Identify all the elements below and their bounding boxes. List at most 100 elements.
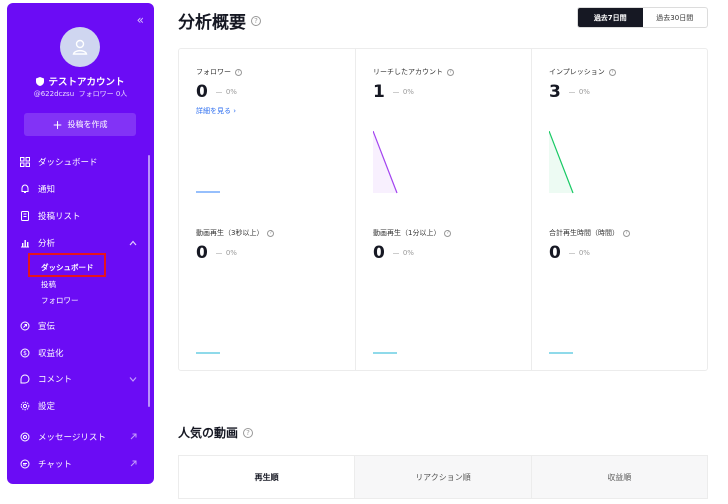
sidebar-item-label: 通知 [38,185,56,195]
metric-change: 0% [392,88,414,96]
popular-videos-title: 人気の動画 ? [178,424,254,441]
chat-icon [19,459,30,470]
sidebar-scrollbar[interactable] [148,155,150,407]
tab-by-views[interactable]: 再生順 [179,456,355,498]
sidebar-subitem-followers[interactable]: フォロワー [41,295,79,306]
metric-card-followers: フォロワー? 0 0% 詳細を見る › [179,49,356,210]
help-icon[interactable]: ? [243,427,254,438]
metric-change: 0% [568,249,590,257]
collapse-sidebar-icon[interactable]: « [137,13,144,27]
sidebar-item-label: コメント [38,375,73,385]
help-icon[interactable]: ? [447,68,454,76]
message-icon [19,432,30,443]
date-range-toggle: 過去7日間 過去30日間 [577,7,708,28]
sidebar-item-label: メッセージリスト [38,433,106,443]
sidebar-item-promote[interactable]: 宣伝 [19,317,137,335]
help-icon[interactable]: ? [608,68,616,76]
metric-label: インプレッション? [549,67,616,77]
sidebar-item-comments[interactable]: コメント [19,370,137,388]
user-icon [72,39,88,55]
sidebar-item-label: 設定 [38,402,56,412]
shield-icon [36,76,45,86]
sidebar-item-dashboard[interactable]: ダッシュボード [19,153,137,171]
sidebar: « テストアカウント @622dczsu フォロワー 0人 + 投稿を作成 ダッ… [7,3,154,484]
create-post-button[interactable]: + 投稿を作成 [24,113,136,136]
sidebar-item-label: 投稿リスト [38,212,81,222]
account-name: テストアカウント [7,74,154,88]
watch-time-sparkline [549,352,573,354]
metric-card-video-views-1m: 動画再生（1分以上）? 0 0% [356,210,533,371]
sidebar-item-post-list[interactable]: 投稿リスト [19,207,137,225]
metric-change: 0% [568,88,590,96]
metric-value: 0 0% [196,243,237,263]
sidebar-item-label: 分析 [38,239,56,249]
metric-change: 0% [392,249,414,257]
gear-icon [19,401,30,412]
chevron-down-icon [129,375,137,384]
view-details-link[interactable]: 詳細を見る › [196,106,236,116]
metric-value: 1 0% [373,82,414,102]
tab-by-reactions[interactable]: リアクション順 [354,456,531,498]
metrics-grid: フォロワー? 0 0% 詳細を見る › リーチしたアカウント? 1 0% インプレッ… [178,48,708,371]
tab-by-revenue[interactable]: 収益順 [530,456,707,498]
avatar[interactable] [60,27,100,67]
sidebar-item-settings[interactable]: 設定 [19,397,137,415]
sidebar-item-message-list[interactable]: メッセージリスト [19,428,137,446]
chart-icon [19,238,30,249]
bell-icon [19,184,30,195]
popular-videos-tabs: 再生順 リアクション順 収益順 [178,455,708,499]
metric-card-video-views-3s: 動画再生（3秒以上）? 0 0% [179,210,356,371]
help-icon[interactable]: ? [235,68,242,76]
sidebar-item-monetization[interactable]: $ 収益化 [19,344,137,362]
plus-icon: + [52,117,63,132]
svg-text:$: $ [23,350,27,357]
help-icon[interactable]: ? [267,229,275,237]
metric-label: フォロワー? [196,67,242,77]
page-title: 分析概要 ? [178,8,261,33]
range-30-days[interactable]: 過去30日間 [643,8,708,27]
sidebar-item-analytics[interactable]: 分析 [19,234,137,252]
reach-sparkline [373,131,398,194]
account-meta: @622dczsu フォロワー 0人 [7,89,154,99]
metric-change: 0% [215,88,237,96]
metric-label: 合計再生時間（時間）? [549,228,630,238]
chevron-up-icon [129,239,137,248]
selection-highlight [28,253,106,277]
metric-label: 動画再生（1分以上）? [373,228,452,238]
list-icon [19,211,30,222]
page-title-text: 分析概要 [178,13,246,33]
range-7-days[interactable]: 過去7日間 [578,8,643,27]
sidebar-subitem-posts[interactable]: 投稿 [41,279,56,290]
help-icon[interactable]: ? [251,15,261,26]
dollar-icon: $ [19,348,30,359]
help-icon[interactable]: ? [444,229,452,237]
sidebar-item-notifications[interactable]: 通知 [19,180,137,198]
dashboard-grid-icon [19,157,30,168]
metric-value: 0 0% [196,82,237,102]
metric-label: 動画再生（3秒以上）? [196,228,275,238]
sidebar-item-chat[interactable]: チャット [19,455,137,473]
metric-card-impressions: インプレッション? 3 0% [532,49,709,210]
metric-value: 0 0% [549,243,590,263]
help-icon[interactable]: ? [623,229,630,237]
video-views-3s-sparkline [196,352,220,354]
sidebar-item-label: ダッシュボード [38,158,98,168]
create-post-label: 投稿を作成 [67,120,108,129]
video-views-1m-sparkline [373,352,397,354]
account-handle: @622dczsu [33,90,75,98]
metric-change: 0% [215,249,237,257]
sidebar-item-label: 収益化 [38,349,64,359]
follower-count: フォロワー 0人 [78,90,128,98]
app-root: « テストアカウント @622dczsu フォロワー 0人 + 投稿を作成 ダッ… [0,0,728,504]
external-link-icon [130,460,137,469]
impressions-sparkline [549,131,574,194]
metric-card-total-watch-time: 合計再生時間（時間）? 0 0% [532,210,709,371]
metric-value: 3 0% [549,82,590,102]
sidebar-item-label: チャット [38,460,72,470]
followers-sparkline [196,191,220,193]
metric-card-reach: リーチしたアカウント? 1 0% [356,49,533,210]
account-name-text: テストアカウント [48,77,125,88]
metric-label: リーチしたアカウント? [373,67,454,77]
promote-icon [19,321,30,332]
metric-value: 0 0% [373,243,414,263]
